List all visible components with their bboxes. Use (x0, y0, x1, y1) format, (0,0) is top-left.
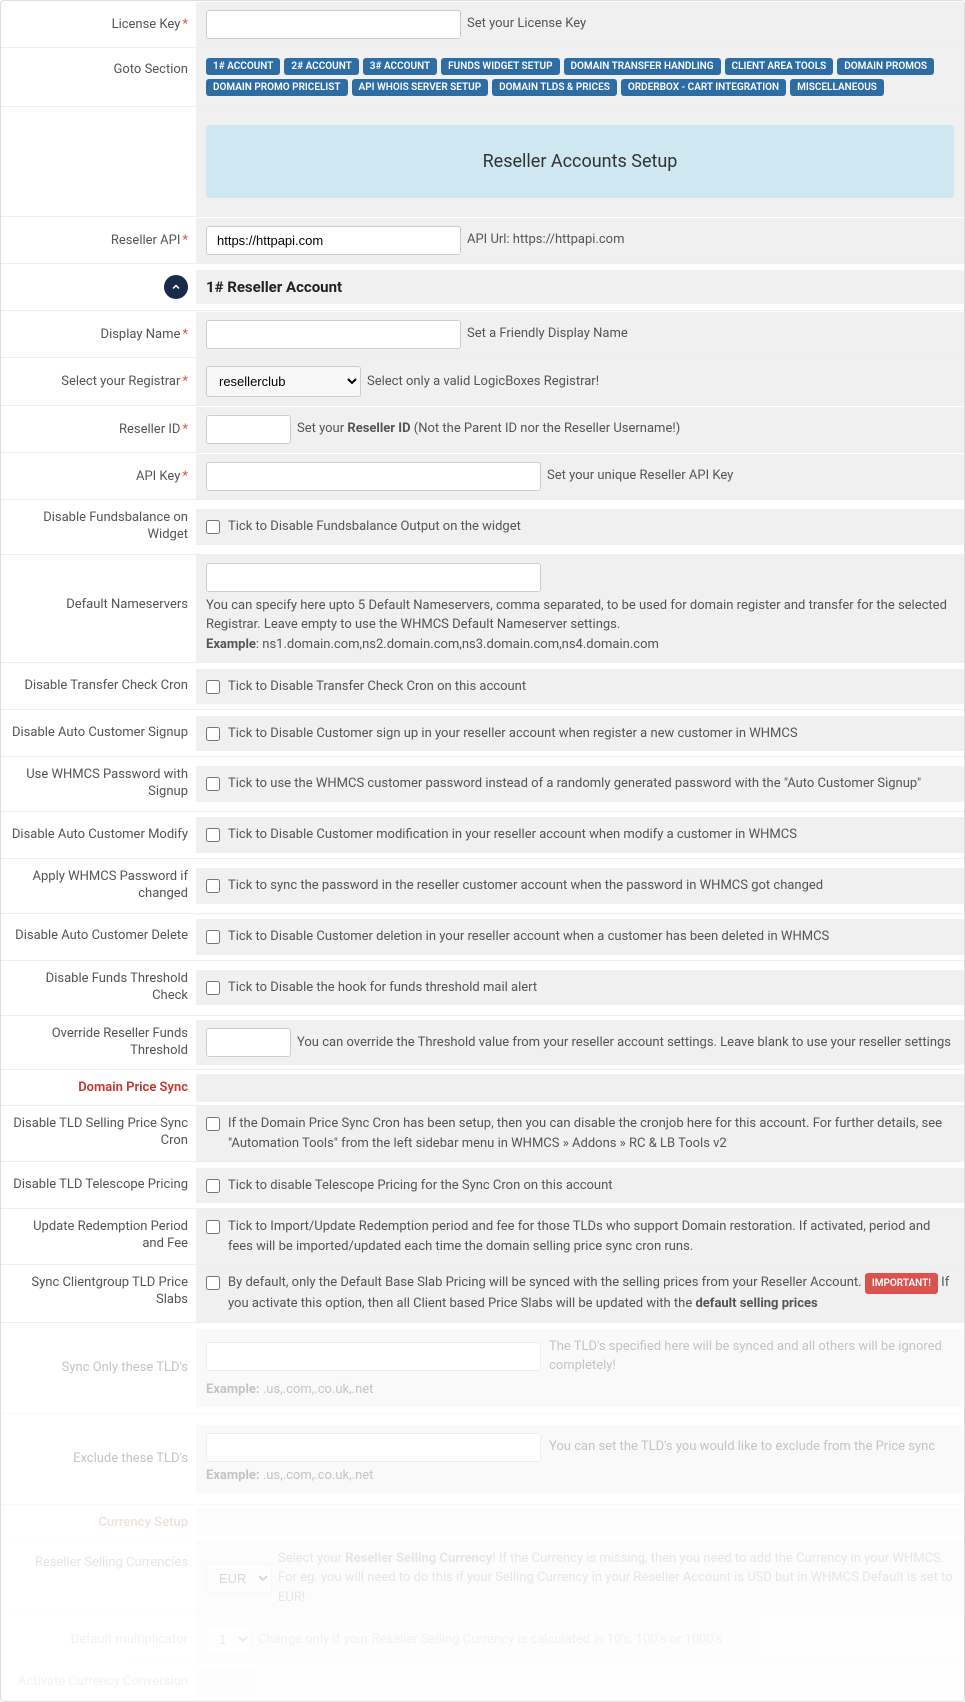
row-disable-threshold: Disable Funds Threshold Check Tick to Di… (1, 961, 964, 1016)
apply-pw-checkbox[interactable] (206, 879, 220, 893)
goto-badge-3[interactable]: FUNDS WIDGET SETUP (441, 58, 559, 75)
row-slabs: Sync Clientgroup TLD Price Slabs By defa… (1, 1265, 964, 1323)
goto-badge-9[interactable]: DOMAIN TLDS & PRICES (492, 79, 617, 96)
goto-badge-6[interactable]: DOMAIN PROMOS (837, 58, 934, 75)
currency-setup-heading: Currency Setup (98, 1515, 188, 1530)
registrar-select[interactable]: resellerclub (206, 366, 361, 397)
default-ns-input[interactable] (206, 563, 541, 592)
goto-badge-2[interactable]: 3# ACCOUNT (363, 58, 437, 75)
row-disable-telescope: Disable TLD Telescope Pricing Tick to di… (1, 1162, 964, 1209)
sync-only-input[interactable] (206, 1342, 541, 1371)
row-currency-setup-header: Currency Setup (1, 1505, 964, 1541)
row-disable-tld-sync: Disable TLD Selling Price Sync Cron If t… (1, 1106, 964, 1162)
label-license-key: License Key* (1, 1, 196, 47)
multiplicator-select[interactable]: 1 (206, 1624, 252, 1655)
row-disable-transfer: Disable Transfer Check Cron Tick to Disa… (1, 663, 964, 710)
settings-form: License Key* Set your License Key Goto S… (0, 0, 965, 1702)
domain-price-sync-heading: Domain Price Sync (78, 1080, 188, 1095)
chevron-up-icon[interactable] (164, 275, 188, 299)
redemption-checkbox[interactable] (206, 1220, 220, 1234)
reseller-id-input[interactable] (206, 415, 291, 444)
goto-badge-1[interactable]: 2# ACCOUNT (284, 58, 358, 75)
row-sync-only: Sync Only these TLD's The TLD's specifie… (1, 1323, 964, 1414)
license-key-input[interactable] (206, 10, 461, 39)
row-multiplicator: Default multiplicator 1 Change only if y… (1, 1616, 964, 1664)
goto-badge-11[interactable]: MISCELLANEOUS (790, 79, 884, 96)
row-default-ns: Default Nameservers You can specify here… (1, 555, 964, 664)
api-key-input[interactable] (206, 462, 541, 491)
row-apply-pw: Apply WHMCS Password if changed Tick to … (1, 859, 964, 914)
important-badge: IMPORTANT! (865, 1273, 938, 1294)
row-redemption: Update Redemption Period and Fee Tick to… (1, 1209, 964, 1265)
row-domain-price-sync-header: Domain Price Sync (1, 1070, 964, 1106)
row-display-name: Display Name* Set a Friendly Display Nam… (1, 311, 964, 358)
label-reseller-api: Reseller API* (1, 217, 196, 263)
label-goto-section: Goto Section (1, 48, 196, 94)
override-threshold-input[interactable] (206, 1028, 291, 1057)
whmcs-pw-signup-checkbox[interactable] (206, 777, 220, 791)
goto-badge-8[interactable]: API WHOIS SERVER SETUP (352, 79, 489, 96)
row-exclude: Exclude these TLD's You can set the TLD'… (1, 1414, 964, 1505)
row-reseller-api: Reseller API* API Url: https://httpapi.c… (1, 217, 964, 264)
reseller-currency-select[interactable]: EUR (206, 1563, 272, 1594)
goto-badge-4[interactable]: DOMAIN TRANSFER HANDLING (564, 58, 721, 75)
row-license-key: License Key* Set your License Key (1, 1, 964, 48)
row-activate-conversion: Activate Currency Conversion (1, 1664, 964, 1701)
row-whmcs-pw-signup: Use WHMCS Password with Signup Tick to u… (1, 757, 964, 812)
reseller-api-hint: API Url: https://httpapi.com (467, 230, 625, 250)
goto-badge-0[interactable]: 1# ACCOUNT (206, 58, 280, 75)
goto-badge-10[interactable]: ORDERBOX - CART INTEGRATION (621, 79, 786, 96)
row-banner: Reseller Accounts Setup (1, 107, 964, 217)
section-header-title: 1# Reseller Account (196, 270, 964, 304)
row-api-key: API Key* Set your unique Reseller API Ke… (1, 453, 964, 500)
reseller-api-input[interactable] (206, 226, 461, 255)
slabs-checkbox[interactable] (206, 1276, 220, 1290)
exclude-input[interactable] (206, 1433, 541, 1462)
disable-modify-checkbox[interactable] (206, 828, 220, 842)
display-name-input[interactable] (206, 320, 461, 349)
row-goto-section: Goto Section 1# ACCOUNT2# ACCOUNT 3# ACCO… (1, 48, 964, 107)
row-override-threshold: Override Reseller Funds Threshold You ca… (1, 1016, 964, 1071)
disable-tld-sync-checkbox[interactable] (206, 1117, 220, 1131)
row-reseller-id: Reseller ID* Set your Reseller ID (Not t… (1, 406, 964, 453)
disable-threshold-checkbox[interactable] (206, 981, 220, 995)
row-disable-signup: Disable Auto Customer Signup Tick to Dis… (1, 710, 964, 757)
row-registrar: Select your Registrar* resellerclub Sele… (1, 358, 964, 406)
goto-badge-7[interactable]: DOMAIN PROMO PRICELIST (206, 79, 348, 96)
row-disable-funds: Disable Fundsbalance on Widget Tick to D… (1, 500, 964, 555)
row-disable-modify: Disable Auto Customer Modify Tick to Dis… (1, 812, 964, 859)
disable-delete-checkbox[interactable] (206, 930, 220, 944)
goto-badge-5[interactable]: CLIENT AREA TOOLS (725, 58, 834, 75)
disable-funds-checkbox[interactable] (206, 520, 220, 534)
disable-transfer-checkbox[interactable] (206, 680, 220, 694)
disable-telescope-checkbox[interactable] (206, 1179, 220, 1193)
row-reseller-currency: Reseller Selling Currencies EUR Select y… (1, 1541, 964, 1617)
license-key-hint: Set your License Key (467, 14, 586, 34)
disable-signup-checkbox[interactable] (206, 727, 220, 741)
goto-section-badges: 1# ACCOUNT2# ACCOUNT 3# ACCOUNTFUNDS WIDG… (196, 48, 964, 106)
reseller-accounts-banner: Reseller Accounts Setup (206, 125, 954, 198)
row-disable-delete: Disable Auto Customer Delete Tick to Dis… (1, 914, 964, 961)
row-section-header: 1# Reseller Account (1, 264, 964, 311)
